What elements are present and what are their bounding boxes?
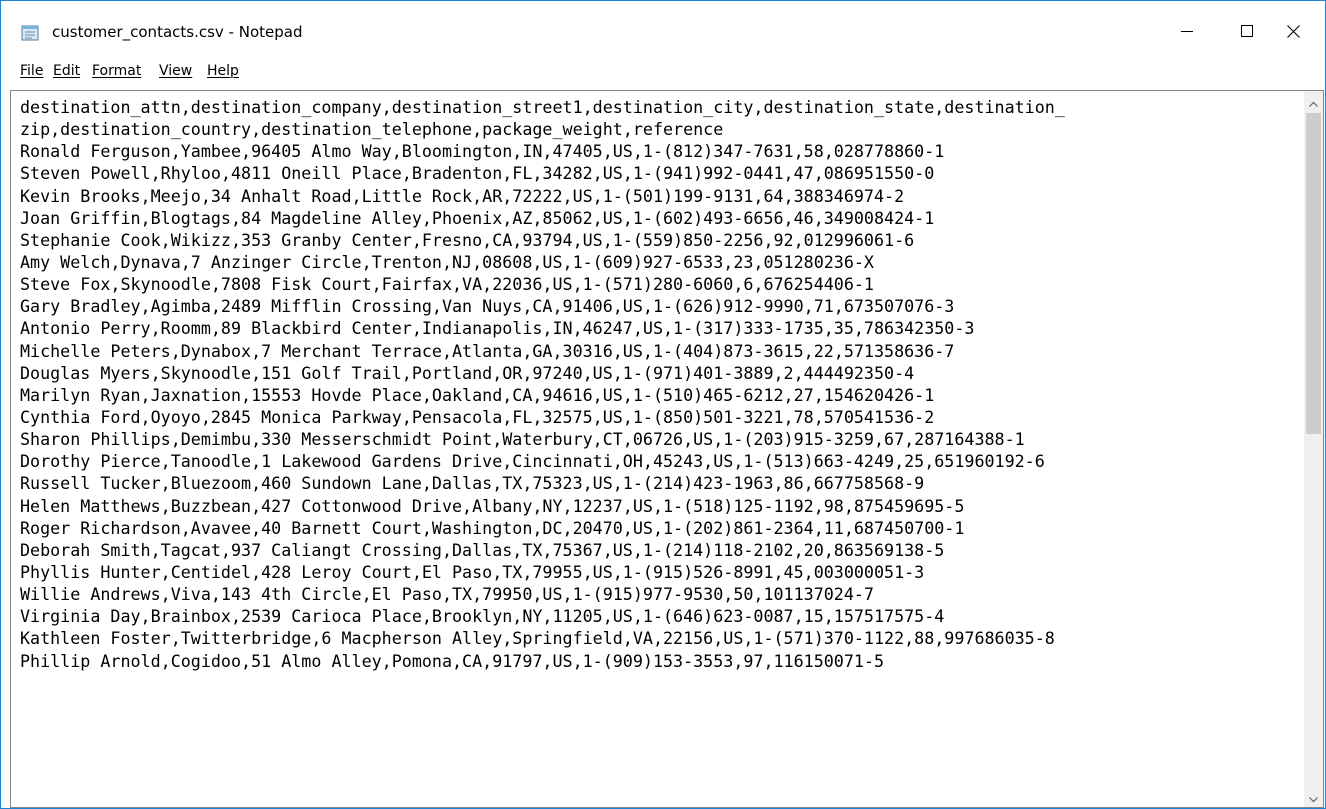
scroll-thumb[interactable] [1306,113,1321,434]
close-button[interactable] [1263,1,1323,61]
text-line[interactable]: Willie Andrews,Viva,143 4th Circle,El Pa… [20,583,1295,605]
chevron-up-icon [1309,92,1318,111]
text-line[interactable]: destination_attn,destination_company,des… [20,96,1295,118]
text-line[interactable]: Roger Richardson,Avavee,40 Barnett Court… [20,517,1295,539]
text-line[interactable]: Kevin Brooks,Meejo,34 Anhalt Road,Little… [20,185,1295,207]
text-line[interactable]: Antonio Perry,Roomm,89 Blackbird Center,… [20,317,1295,339]
text-line[interactable]: Joan Griffin,Blogtags,84 Magdeline Alley… [20,207,1295,229]
menu-bar: File Edit Format View Help [1,61,1325,87]
menu-help[interactable]: Help [207,63,239,79]
notepad-window: customer_contacts.csv - Notepad File Edi… [0,0,1326,809]
close-icon [1286,24,1300,38]
text-line[interactable]: Phillip Arnold,Cogidoo,51 Almo Alley,Pom… [20,650,1295,672]
menu-format[interactable]: Format [92,63,141,79]
text-line[interactable]: Cynthia Ford,Oyoyo,2845 Monica Parkway,P… [20,406,1295,428]
text-line[interactable]: Helen Matthews,Buzzbean,427 Cottonwood D… [20,495,1295,517]
text-line[interactable]: Gary Bradley,Agimba,2489 Mifflin Crossin… [20,295,1295,317]
text-line[interactable]: Stephanie Cook,Wikizz,353 Granby Center,… [20,229,1295,251]
vertical-scrollbar[interactable] [1304,91,1323,807]
menu-edit[interactable]: Edit [53,63,80,79]
text-line[interactable]: Virginia Day,Brainbox,2539 Carioca Place… [20,605,1295,627]
maximize-icon [1241,25,1253,37]
text-line[interactable]: Russell Tucker,Bluezoom,460 Sundown Lane… [20,472,1295,494]
minimize-button[interactable] [1157,1,1217,61]
text-line[interactable]: Steven Powell,Rhyloo,4811 Oneill Place,B… [20,162,1295,184]
scroll-down-button[interactable] [1304,787,1323,807]
chevron-down-icon [1309,788,1318,807]
minimize-icon [1181,25,1193,37]
menu-view[interactable]: View [159,63,192,79]
notepad-icon[interactable] [21,25,39,41]
text-line[interactable]: zip,destination_country,destination_tele… [20,118,1295,140]
text-line[interactable]: Sharon Phillips,Demimbu,330 Messerschmid… [20,428,1295,450]
text-line[interactable]: Douglas Myers,Skynoodle,151 Golf Trail,P… [20,362,1295,384]
text-line[interactable]: Deborah Smith,Tagcat,937 Caliangt Crossi… [20,539,1295,561]
text-line[interactable]: Marilyn Ryan,Jaxnation,15553 Hovde Place… [20,384,1295,406]
text-editor[interactable]: destination_attn,destination_company,des… [10,90,1324,808]
text-line[interactable]: Phyllis Hunter,Centidel,428 Leroy Court,… [20,561,1295,583]
title-bar[interactable]: customer_contacts.csv - Notepad [1,1,1325,61]
text-line[interactable]: Steve Fox,Skynoodle,7808 Fisk Court,Fair… [20,273,1295,295]
text-line[interactable]: Amy Welch,Dynava,7 Anzinger Circle,Trent… [20,251,1295,273]
document-text[interactable]: destination_attn,destination_company,des… [20,96,1295,806]
window-title: customer_contacts.csv - Notepad [52,23,303,41]
text-line[interactable]: Dorothy Pierce,Tanoodle,1 Lakewood Garde… [20,450,1295,472]
menu-file[interactable]: File [20,63,43,79]
text-line[interactable]: Michelle Peters,Dynabox,7 Merchant Terra… [20,340,1295,362]
text-line[interactable]: Kathleen Foster,Twitterbridge,6 Macphers… [20,627,1295,649]
text-line[interactable]: Ronald Ferguson,Yambee,96405 Almo Way,Bl… [20,140,1295,162]
scroll-up-button[interactable] [1304,91,1323,111]
